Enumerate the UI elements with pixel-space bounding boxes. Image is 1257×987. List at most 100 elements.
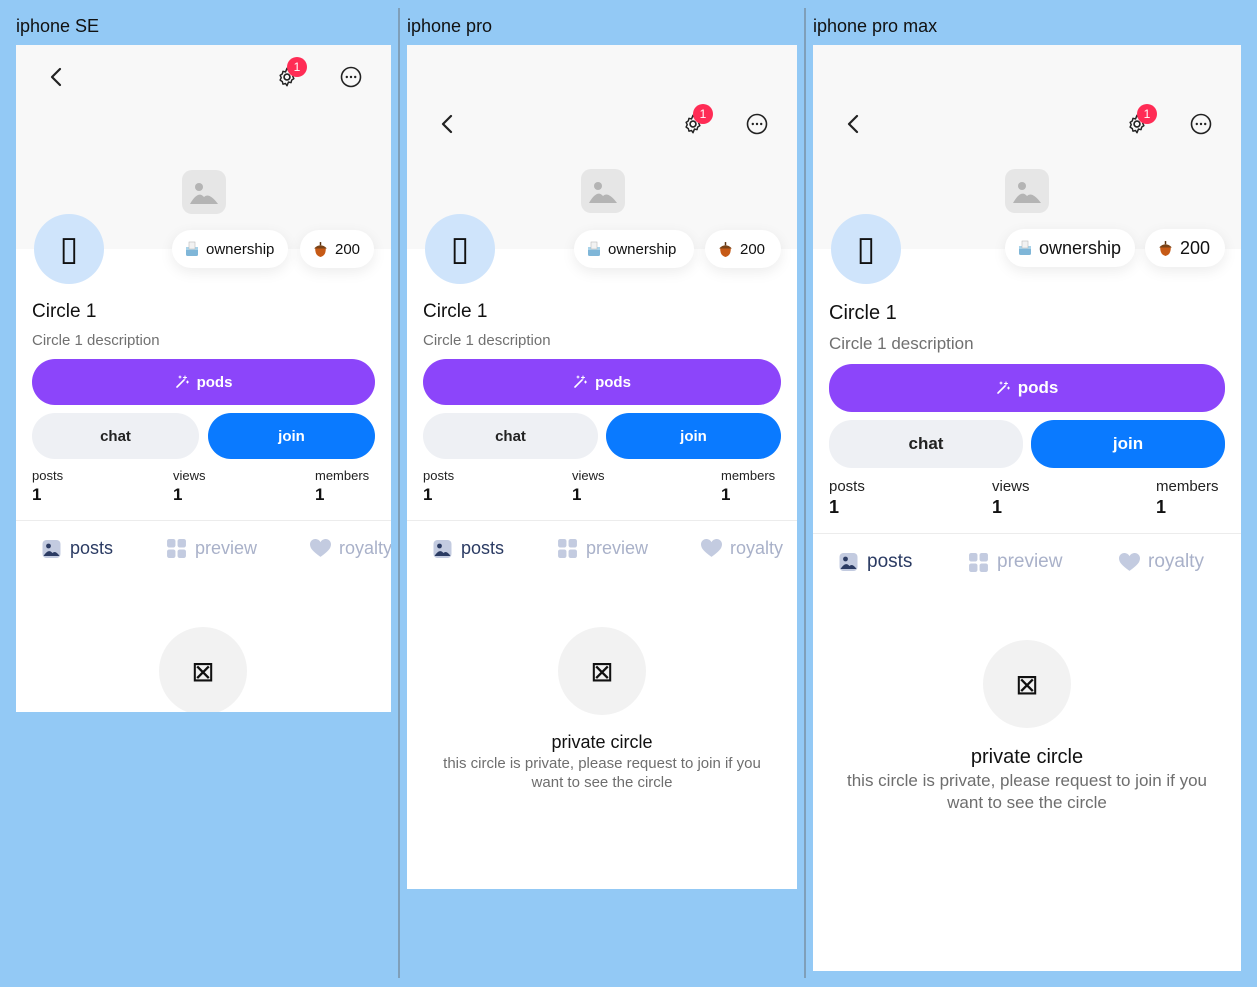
private-lock-circle: ⊠: [159, 627, 247, 712]
grid-icon: [558, 539, 577, 558]
tab-royalty[interactable]: royalty: [701, 538, 783, 559]
cover-image-placeholder[interactable]: [182, 170, 226, 214]
ballot-box-icon: [588, 241, 600, 256]
back-button[interactable]: [841, 110, 865, 138]
members-stat-value: 1: [1156, 497, 1167, 517]
members-stat-label: members: [721, 468, 776, 483]
tab-royalty[interactable]: royalty: [310, 538, 391, 559]
tab-preview[interactable]: preview: [968, 551, 1062, 573]
circle-description: Circle 1 description: [423, 332, 551, 349]
posts-stat-label: posts: [32, 468, 64, 483]
posts-stat-value: 1: [32, 485, 42, 504]
heart-icon: [701, 539, 722, 557]
more-options-button[interactable]: [744, 111, 770, 137]
more-options-button[interactable]: [338, 64, 364, 90]
coins-value: 200: [335, 240, 361, 258]
ownership-pill[interactable]: ownership: [1005, 229, 1135, 267]
tab-posts[interactable]: posts: [41, 538, 113, 559]
views-stat-value: 1: [992, 497, 1003, 517]
heart-icon: [1119, 552, 1140, 571]
join-button[interactable]: join: [606, 413, 781, 459]
ownership-label: ownership: [1039, 237, 1122, 258]
image-icon: [589, 182, 617, 203]
acorn-icon: [719, 241, 732, 257]
private-lock-circle: ⊠: [558, 627, 646, 715]
tab-preview[interactable]: preview: [166, 538, 257, 559]
image-icon: [839, 553, 858, 571]
more-horizontal-icon: [1190, 113, 1212, 135]
more-horizontal-icon: [340, 66, 362, 88]
ownership-pill[interactable]: ownership: [574, 230, 694, 268]
more-options-button[interactable]: [1188, 111, 1214, 137]
grid-icon: [969, 552, 988, 572]
notification-badge: 1: [1137, 104, 1157, 124]
tab-posts-label: posts: [70, 538, 114, 558]
posts-stat-value: 1: [829, 497, 840, 517]
pods-button[interactable]: pods: [423, 359, 781, 405]
pods-button[interactable]: pods: [829, 364, 1225, 412]
notification-badge: 1: [287, 57, 307, 77]
views-stat-value: 1: [173, 485, 183, 504]
chevron-left-icon: [847, 114, 859, 134]
chat-button[interactable]: chat: [829, 420, 1023, 468]
circle-description: Circle 1 description: [829, 334, 974, 353]
chevron-left-icon: [441, 114, 453, 134]
tab-posts[interactable]: posts: [432, 538, 504, 559]
circle-title: Circle 1: [423, 301, 488, 322]
circle-title: Circle 1: [32, 301, 97, 322]
grid-icon: [167, 539, 186, 558]
magic-wand-icon: [574, 375, 588, 388]
posts-stat-value: 1: [423, 485, 433, 504]
circle-avatar[interactable]: ▯: [831, 214, 901, 284]
coins-pill[interactable]: 200: [1145, 229, 1225, 267]
private-lock-circle: ⊠: [983, 640, 1071, 728]
frame-label-iphone-pro-max: iphone pro max: [813, 16, 938, 36]
magic-wand-icon: [996, 381, 1010, 394]
ownership-label: ownership: [206, 240, 275, 258]
coins-pill[interactable]: 200: [705, 230, 781, 268]
tab-royalty-label: royalty: [1148, 551, 1204, 572]
chat-button[interactable]: chat: [423, 413, 598, 459]
posts-stat-label: posts: [829, 478, 865, 495]
tab-preview[interactable]: preview: [557, 538, 648, 559]
chat-button[interactable]: chat: [32, 413, 199, 459]
section-divider: [813, 533, 1241, 534]
tab-posts-label: posts: [867, 551, 913, 572]
views-stat-label: views: [173, 468, 206, 483]
members-stat-value: 1: [315, 485, 325, 504]
tab-posts[interactable]: posts: [838, 551, 912, 573]
tab-royalty-label: royalty: [730, 538, 784, 558]
acorn-icon: [1159, 240, 1172, 256]
ballot-box-icon: [1019, 240, 1031, 255]
join-button[interactable]: join: [1031, 420, 1225, 468]
frame-divider: [804, 8, 806, 978]
views-stat-value: 1: [572, 485, 582, 504]
members-stat-label: members: [1156, 478, 1219, 495]
join-button[interactable]: join: [208, 413, 375, 459]
frame-divider: [398, 8, 400, 978]
section-divider: [407, 520, 797, 521]
circle-avatar[interactable]: ▯: [34, 214, 104, 284]
tab-preview-label: preview: [997, 551, 1063, 572]
cover-image-placeholder[interactable]: [1005, 169, 1049, 213]
tab-preview-label: preview: [195, 538, 258, 558]
members-stat-label: members: [315, 468, 370, 483]
tab-posts-label: posts: [461, 538, 505, 558]
iphone-pro-max-screen: 1 ▯ ownership 200 Circle 1 Circle 1 desc…: [813, 45, 1241, 971]
back-button[interactable]: [44, 63, 68, 91]
circle-description: Circle 1 description: [32, 332, 160, 349]
frame-label-iphone-pro: iphone pro: [407, 16, 493, 36]
cover-image-placeholder[interactable]: [581, 169, 625, 213]
ownership-pill[interactable]: ownership: [172, 230, 288, 268]
circle-avatar[interactable]: ▯: [425, 214, 495, 284]
heart-icon: [310, 539, 331, 557]
back-button[interactable]: [435, 110, 459, 138]
iphone-se-screen: 1 ▯ ownership 200 Circle 1 Circle 1 desc…: [16, 45, 391, 712]
more-horizontal-icon: [746, 113, 768, 135]
coins-value: 200: [1180, 237, 1211, 258]
pods-button[interactable]: pods: [32, 359, 375, 405]
circle-title: Circle 1: [829, 302, 897, 324]
frame-label-iphone-se: iphone SE: [16, 16, 100, 36]
coins-pill[interactable]: 200: [300, 230, 374, 268]
tab-royalty[interactable]: royalty: [1119, 551, 1204, 573]
